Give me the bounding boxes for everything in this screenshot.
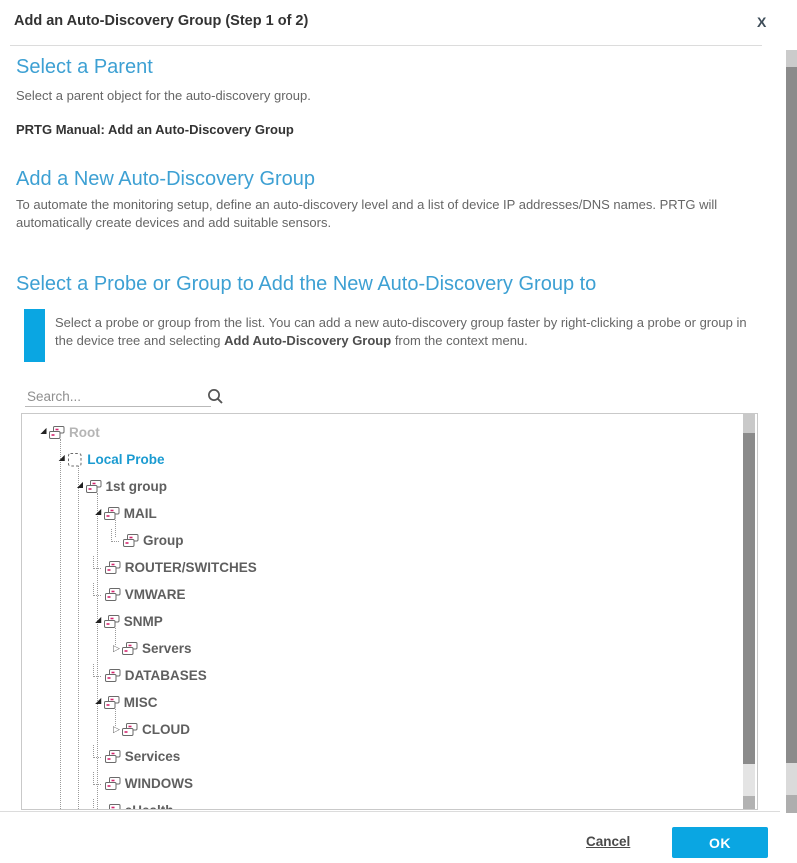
select-parent-description: Select a parent object for the auto-disc… (16, 87, 756, 105)
page-scrollbar-track-bottom (786, 763, 797, 795)
probe-icon (67, 453, 83, 467)
tree-node-snmp[interactable]: ◢ SNMP (22, 608, 163, 635)
tree-node-databases[interactable]: DATABASES (22, 662, 207, 689)
tree-node-vmware[interactable]: VMWARE (22, 581, 186, 608)
expand-toggle-icon[interactable]: ◢ (93, 616, 104, 624)
tree-node-label[interactable]: 1st group (106, 479, 168, 494)
group-icon (105, 777, 121, 791)
tree-node-label[interactable]: Servers (142, 641, 192, 656)
tree-node-label[interactable]: Services (125, 749, 181, 764)
tree-node-misc[interactable]: ◢ MISC (22, 689, 158, 716)
collapse-toggle-icon[interactable]: ▷ (111, 726, 122, 734)
group-icon (122, 723, 138, 737)
info-accent-bar (24, 309, 45, 362)
tree-node-label[interactable]: Group (143, 533, 184, 548)
info-note-bold: Add Auto-Discovery Group (224, 333, 391, 348)
tree-node-label[interactable]: Root (69, 425, 100, 440)
header-divider (10, 45, 762, 46)
tree-connector (93, 772, 101, 785)
group-icon (104, 615, 120, 629)
expand-toggle-icon[interactable]: ◢ (75, 481, 86, 489)
tree-connector (93, 583, 101, 596)
tree-node-label[interactable]: Local Probe (87, 452, 164, 467)
tree-node-services[interactable]: Services (22, 743, 180, 770)
info-note: Select a probe or group from the list. Y… (55, 314, 760, 349)
cancel-button[interactable]: Cancel (586, 834, 630, 849)
section-heading-add-group: Add a New Auto-Discovery Group (16, 168, 315, 191)
tree-node-root[interactable]: ◢ Root (22, 419, 100, 446)
tree-node-label[interactable]: MAIL (124, 506, 157, 521)
group-icon (105, 561, 121, 575)
tree-node-servers[interactable]: ▷ Servers (22, 635, 192, 662)
group-icon (105, 669, 121, 683)
group-icon (104, 507, 120, 521)
tree-node-local-probe[interactable]: ◢ Local Probe (22, 446, 165, 473)
group-icon (105, 588, 121, 602)
tree-scrollbar-thumb[interactable] (743, 433, 755, 764)
tree-connector (93, 556, 101, 569)
dialog-title: Add an Auto-Discovery Group (Step 1 of 2… (14, 13, 308, 29)
tree-connector (111, 529, 119, 542)
tree-node-1st-group[interactable]: ◢ 1st group (22, 473, 167, 500)
tree-node-label[interactable]: VMWARE (125, 587, 186, 602)
prtg-manual-link[interactable]: PRTG Manual: Add an Auto-Discovery Group (16, 122, 294, 137)
expand-toggle-icon[interactable]: ◢ (56, 454, 67, 462)
tree-node-label[interactable]: CLOUD (142, 722, 190, 737)
tree-connector (93, 664, 101, 677)
expand-toggle-icon[interactable]: ◢ (38, 427, 49, 435)
page-scrollbar-end (786, 795, 797, 813)
close-icon[interactable]: X (757, 14, 766, 30)
tree-node-label[interactable]: ROUTER/SWITCHES (125, 560, 257, 575)
tree-node-label[interactable]: MISC (124, 695, 158, 710)
tree-node-label[interactable]: DATABASES (125, 668, 207, 683)
tree-node-label[interactable]: WINDOWS (125, 776, 193, 791)
tree-node-cloud[interactable]: ▷ CLOUD (22, 716, 190, 743)
tree-node-group[interactable]: Group (22, 527, 184, 554)
group-icon (123, 534, 139, 548)
page-scrollbar-track-top (786, 50, 797, 67)
tree-scrollbar-track-bottom (743, 764, 755, 796)
tree-node-label[interactable]: eHealth (125, 803, 174, 810)
group-icon (122, 642, 138, 656)
tree-connector (93, 799, 101, 810)
footer-divider (0, 811, 780, 812)
tree-node-label[interactable]: SNMP (124, 614, 163, 629)
group-icon (105, 750, 121, 764)
tree-node-router-switches[interactable]: ROUTER/SWITCHES (22, 554, 257, 581)
search-icon[interactable] (207, 388, 224, 405)
group-icon (49, 426, 65, 440)
collapse-toggle-icon[interactable]: ▷ (111, 645, 122, 653)
expand-toggle-icon[interactable]: ◢ (93, 508, 104, 516)
tree-scrollbar-track-top (743, 414, 755, 433)
group-icon (105, 804, 121, 811)
tree-node-mail[interactable]: ◢ MAIL (22, 500, 157, 527)
tree-scrollbar-end (743, 796, 755, 810)
add-group-description: To automate the monitoring setup, define… (16, 196, 756, 232)
tree-node-ehealth[interactable]: eHealth (22, 797, 174, 810)
page-scrollbar-thumb[interactable] (786, 67, 797, 763)
tree-connector (93, 745, 101, 758)
expand-toggle-icon[interactable]: ◢ (93, 697, 104, 705)
group-icon (86, 480, 102, 494)
group-icon (104, 696, 120, 710)
device-tree-panel: ◢ Root ◢ Local Probe ◢ 1st group ◢ MAIL Group ROU… (21, 413, 758, 810)
info-note-text-2: from the context menu. (391, 333, 528, 348)
section-heading-select-probe: Select a Probe or Group to Add the New A… (16, 273, 596, 296)
ok-button[interactable]: OK (672, 827, 768, 858)
tree-node-windows[interactable]: WINDOWS (22, 770, 193, 797)
search-input[interactable] (25, 386, 211, 407)
section-heading-select-parent: Select a Parent (16, 56, 153, 79)
